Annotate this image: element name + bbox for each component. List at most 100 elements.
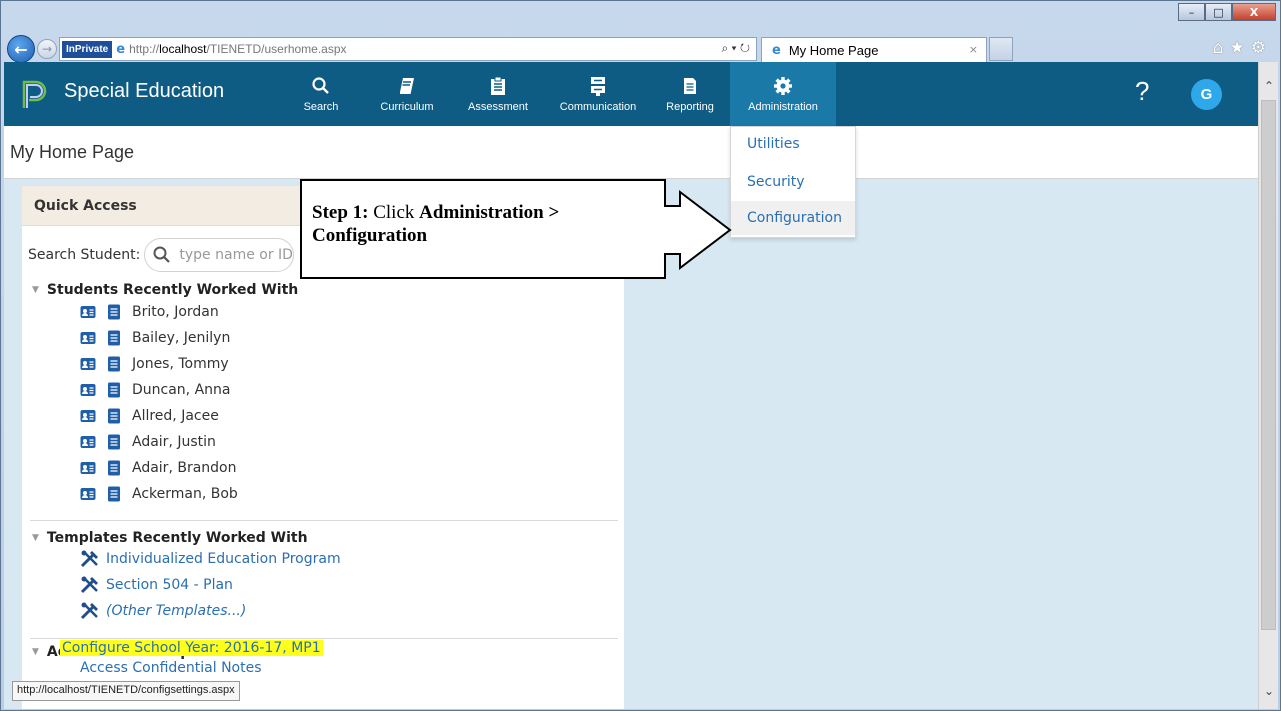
- nav-label: Search: [303, 101, 339, 113]
- student-profile-icon[interactable]: [80, 460, 96, 476]
- powerschool-logo-icon: [22, 80, 47, 108]
- template-link-other[interactable]: (Other Templates...): [80, 602, 246, 620]
- nav-communication[interactable]: Communication: [550, 62, 646, 126]
- configure-school-year-link[interactable]: Configure School Year: 2016-17, MP1: [60, 640, 323, 656]
- window-controls: – □ X: [1178, 3, 1276, 21]
- inprivate-badge: InPrivate: [62, 40, 113, 58]
- nav-label: Administration: [748, 101, 818, 113]
- student-document-icon[interactable]: [106, 486, 122, 502]
- scrollbar-thumb[interactable]: [1261, 100, 1276, 630]
- student-profile-icon[interactable]: [80, 382, 96, 398]
- student-document-icon[interactable]: [106, 356, 122, 372]
- nav-label: Assessment: [468, 101, 528, 113]
- user-avatar[interactable]: G: [1191, 79, 1222, 110]
- student-row[interactable]: Bailey, Jenilyn: [80, 328, 230, 348]
- menu-item-security[interactable]: Security: [731, 165, 855, 199]
- browser-titlebar: – □ X ← → InPrivate e http://localhost/T…: [1, 1, 1281, 63]
- browser-tools-icons[interactable]: ⌂★⚙: [1213, 38, 1272, 58]
- nav-reporting[interactable]: Reporting: [660, 62, 720, 126]
- student-document-icon[interactable]: [106, 460, 122, 476]
- student-profile-icon[interactable]: [80, 356, 96, 372]
- student-name[interactable]: Adair, Justin: [132, 434, 216, 450]
- book-icon: [395, 75, 419, 97]
- new-tab-button[interactable]: [989, 37, 1013, 61]
- address-url[interactable]: http://localhost/TIENETD/userhome.aspx: [129, 42, 346, 56]
- app-header: Special Education Search Curriculum Asse…: [4, 62, 1258, 126]
- students-section-header[interactable]: ▼ Students Recently Worked With: [32, 282, 298, 298]
- gear-icon: [771, 75, 795, 97]
- divider: [30, 638, 618, 639]
- nav-search[interactable]: Search: [296, 62, 346, 126]
- minimize-button[interactable]: –: [1178, 3, 1205, 21]
- student-row[interactable]: Ackerman, Bob: [80, 484, 238, 504]
- help-button[interactable]: ?: [1135, 76, 1149, 107]
- student-row[interactable]: Adair, Brandon: [80, 458, 236, 478]
- instruction-callout: Step 1: Click Administration > Configura…: [300, 179, 666, 279]
- student-document-icon[interactable]: [106, 304, 122, 320]
- vertical-scrollbar[interactable]: ⌃ ⌄: [1258, 62, 1278, 709]
- tab-close-icon[interactable]: ×: [969, 43, 978, 56]
- access-confidential-notes-link[interactable]: Access Confidential Notes: [80, 660, 262, 676]
- student-search-input[interactable]: type name or ID: [144, 238, 295, 272]
- student-document-icon[interactable]: [106, 408, 122, 424]
- scroll-up-icon[interactable]: ⌃: [1259, 76, 1279, 96]
- maximize-button[interactable]: □: [1205, 3, 1232, 21]
- student-profile-icon[interactable]: [80, 434, 96, 450]
- address-bar[interactable]: InPrivate e http://localhost/TIENETD/use…: [59, 37, 757, 61]
- administration-dropdown: Utilities Security Configuration: [730, 126, 856, 238]
- menu-item-configuration[interactable]: Configuration: [731, 201, 855, 235]
- search-icon: [153, 246, 171, 263]
- nav-label: Communication: [559, 101, 637, 113]
- student-document-icon[interactable]: [106, 330, 122, 346]
- nav-curriculum[interactable]: Curriculum: [374, 62, 440, 126]
- status-bar-url: http://localhost/TIENETD/configsettings.…: [12, 681, 240, 701]
- collapse-triangle-icon: ▼: [32, 647, 39, 657]
- student-row[interactable]: Jones, Tommy: [80, 354, 229, 374]
- student-row[interactable]: Allred, Jacee: [80, 406, 219, 426]
- menu-item-utilities[interactable]: Utilities: [731, 127, 855, 161]
- search-student-label: Search Student:: [28, 247, 141, 263]
- student-name[interactable]: Adair, Brandon: [132, 460, 236, 476]
- student-profile-icon[interactable]: [80, 408, 96, 424]
- search-placeholder: type name or ID: [179, 247, 293, 263]
- student-profile-icon[interactable]: [80, 486, 96, 502]
- student-document-icon[interactable]: [106, 382, 122, 398]
- forward-button[interactable]: →: [37, 39, 57, 59]
- student-name[interactable]: Allred, Jacee: [132, 408, 219, 424]
- back-button[interactable]: ←: [7, 35, 35, 63]
- scroll-down-icon[interactable]: ⌄: [1259, 681, 1279, 701]
- page-viewport: Special Education Search Curriculum Asse…: [4, 62, 1258, 709]
- nav-administration[interactable]: Administration: [730, 62, 836, 126]
- student-name[interactable]: Bailey, Jenilyn: [132, 330, 230, 346]
- close-window-button[interactable]: X: [1232, 3, 1276, 21]
- tab-title: My Home Page: [788, 43, 879, 58]
- student-name[interactable]: Jones, Tommy: [132, 356, 229, 372]
- clipboard-icon: [486, 75, 510, 97]
- callout-arrow-icon: [664, 190, 732, 270]
- template-link-iep[interactable]: Individualized Education Program: [80, 550, 341, 568]
- student-name[interactable]: Ackerman, Bob: [132, 486, 238, 502]
- browser-tab[interactable]: e My Home Page ×: [761, 37, 987, 63]
- student-search-row: Search Student: type name or ID: [28, 238, 295, 272]
- student-name[interactable]: Brito, Jordan: [132, 304, 219, 320]
- template-link-504[interactable]: Section 504 - Plan: [80, 576, 233, 594]
- address-search-refresh-icon[interactable]: ⌕ ▾ ↻: [721, 41, 750, 56]
- student-row[interactable]: Duncan, Anna: [80, 380, 230, 400]
- report-icon: [678, 75, 702, 97]
- student-row[interactable]: Brito, Jordan: [80, 302, 219, 322]
- ie-page-icon: e: [116, 41, 126, 57]
- student-name[interactable]: Duncan, Anna: [132, 382, 230, 398]
- nav-assessment[interactable]: Assessment: [458, 62, 538, 126]
- page-header: My Home Page: [4, 126, 1258, 179]
- tab-ie-icon: e: [772, 43, 781, 58]
- student-document-icon[interactable]: [106, 434, 122, 450]
- divider: [30, 520, 618, 521]
- student-profile-icon[interactable]: [80, 330, 96, 346]
- back-arrow-icon: ←: [14, 39, 28, 59]
- templates-section-header[interactable]: ▼ Templates Recently Worked With: [32, 530, 308, 546]
- forward-arrow-icon: →: [41, 42, 53, 56]
- nav-label: Curriculum: [380, 101, 434, 113]
- tools-icon: [80, 576, 98, 594]
- student-profile-icon[interactable]: [80, 304, 96, 320]
- student-row[interactable]: Adair, Justin: [80, 432, 216, 452]
